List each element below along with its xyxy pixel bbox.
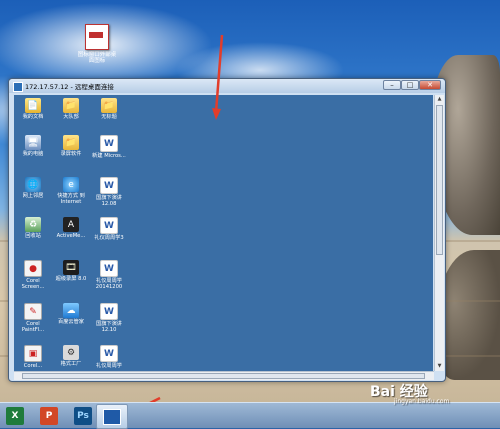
app-icon: W bbox=[100, 303, 118, 320]
window-titlebar[interactable]: 172.17.57.12 - 远程桌面连接 – □ ✕ bbox=[9, 79, 445, 93]
icon-label: Corel Screen... bbox=[21, 278, 45, 290]
app-icon: e bbox=[63, 177, 79, 192]
icon-label: 快捷方式 到 Internet bbox=[57, 193, 85, 205]
remote-desktop-icon-item[interactable]: 🌐 网上邻居 bbox=[16, 177, 50, 199]
desktop-shortcut[interactable]: 图标窗口外部桌面图标 bbox=[77, 24, 117, 64]
remote-desktop-icon-item[interactable]: W 国旗下演讲 12.08 bbox=[92, 177, 126, 207]
app-icon: W bbox=[100, 177, 118, 194]
icon-label: 礼仪周周学 bbox=[96, 363, 122, 369]
icon-label: 国旗下演讲 12.08 bbox=[96, 195, 122, 207]
app-icon: W bbox=[100, 217, 118, 234]
remote-desktop-window[interactable]: 172.17.57.12 - 远程桌面连接 – □ ✕ 📄 我的文档 📁 大队部 📁 无标… bbox=[8, 78, 446, 382]
app-icon: ● bbox=[24, 260, 42, 277]
desktop-shortcut-label: 图标窗口外部桌面图标 bbox=[77, 52, 117, 64]
app-icon: W bbox=[100, 260, 118, 277]
scroll-thumb[interactable] bbox=[22, 373, 425, 379]
app-icon: 📁 bbox=[63, 98, 79, 113]
photoshop-taskbar-button[interactable]: Ps bbox=[74, 407, 92, 425]
scroll-thumb[interactable] bbox=[436, 105, 443, 255]
maximize-button[interactable]: □ bbox=[401, 80, 419, 90]
icon-label: 我的电脑 bbox=[22, 151, 44, 157]
icon-label: 礼仪周周学 20141200 bbox=[95, 278, 123, 290]
app-icon: ♻ bbox=[25, 217, 41, 232]
remote-desktop-icon-item[interactable]: W 礼仪周周学 20141200 bbox=[92, 260, 126, 290]
powerpoint-taskbar-button[interactable]: P bbox=[40, 407, 58, 425]
icon-label: 大队部 bbox=[63, 114, 79, 120]
icon-label: 新建 Micros... bbox=[92, 153, 126, 159]
icon-label: 超级录屏 8.0 bbox=[55, 276, 87, 282]
close-button[interactable]: ✕ bbox=[419, 80, 441, 90]
remote-desktop-icon-item[interactable]: e 快捷方式 到 Internet bbox=[54, 177, 88, 205]
icon-label: 国旗下演讲 12.10 bbox=[96, 321, 122, 333]
remote-desktop-icon-item[interactable]: 📄 我的文档 bbox=[16, 98, 50, 120]
horizontal-scrollbar[interactable] bbox=[14, 371, 434, 380]
app-icon: ⚙ bbox=[63, 345, 79, 360]
app-icon: 🎞 bbox=[63, 260, 79, 275]
remote-desktop-icon-item[interactable]: 🖥 我的电脑 bbox=[16, 135, 50, 157]
remote-desktop-icon-item[interactable]: 🎞 超级录屏 8.0 bbox=[54, 260, 88, 282]
window-title: 172.17.57.12 - 远程桌面连接 bbox=[25, 83, 114, 91]
icon-label: 回收站 bbox=[25, 233, 41, 239]
remote-desktop-icon-item[interactable]: 📁 无标题 bbox=[92, 98, 126, 120]
excel-taskbar-button[interactable]: X bbox=[6, 407, 24, 425]
vertical-scrollbar[interactable]: ▲ ▼ bbox=[434, 95, 444, 371]
remote-desktop-icon-item[interactable]: ● Corel Screen... bbox=[16, 260, 50, 290]
remote-desktop-icon bbox=[103, 409, 121, 425]
icon-label: 礼仪周周学3 bbox=[94, 235, 124, 241]
remote-desktop-icon bbox=[13, 82, 23, 92]
app-icon: A bbox=[63, 217, 79, 232]
watermark-url: jingyan.baidu.com bbox=[394, 398, 450, 405]
app-icon: 📄 bbox=[25, 98, 41, 113]
remote-desktop-icon-item[interactable]: ⚙ 格式工厂 bbox=[54, 345, 88, 367]
app-icon: ▣ bbox=[24, 345, 42, 362]
minimize-button[interactable]: – bbox=[383, 80, 401, 90]
icon-label: 无标题 bbox=[101, 114, 117, 120]
app-icon: W bbox=[100, 135, 118, 152]
app-icon: ☁ bbox=[63, 303, 79, 318]
shortcut-icon bbox=[85, 24, 109, 50]
remote-desktop-icon-item[interactable]: W 礼仪周周学 bbox=[92, 345, 126, 369]
icon-label: 网上邻居 bbox=[22, 193, 44, 199]
remote-desktop-icon-item[interactable]: 📁 大队部 bbox=[54, 98, 88, 120]
remote-desktop-icon-item[interactable]: ☁ 百度云管家 bbox=[54, 303, 88, 325]
remote-desktop-icon-item[interactable]: ♻ 回收站 bbox=[16, 217, 50, 239]
remote-desktop-icon-item[interactable]: A ActiveMe... bbox=[54, 217, 88, 239]
app-icon: ✎ bbox=[24, 303, 42, 320]
scroll-down-icon[interactable]: ▼ bbox=[435, 362, 444, 371]
remote-desktop-icon-item[interactable]: ✎ Corel PaintFl... bbox=[16, 303, 50, 333]
icon-label: 百度云管家 bbox=[58, 319, 84, 325]
remote-desktop-icon-item[interactable]: ▣ Corel... bbox=[16, 345, 50, 369]
remote-desktop-taskbar-button[interactable] bbox=[96, 404, 128, 429]
remote-desktop-icon-item[interactable]: W 国旗下演讲 12.10 bbox=[92, 303, 126, 333]
icon-label: Corel PaintFl... bbox=[21, 321, 45, 333]
remote-desktop-screen[interactable]: 📄 我的文档 📁 大队部 📁 无标题 🖥 我的电脑 📁 录屏软件 W 新建 Micros... 🌐 网上邻… bbox=[14, 95, 433, 371]
remote-desktop-icon-item[interactable]: W 礼仪周周学3 bbox=[92, 217, 126, 241]
app-icon: 🌐 bbox=[25, 177, 41, 192]
app-icon: W bbox=[100, 345, 118, 362]
icon-label: ActiveMe... bbox=[56, 233, 86, 239]
app-icon: 🖥 bbox=[25, 135, 41, 150]
icon-label: 录屏软件 bbox=[60, 151, 82, 157]
icon-label: Corel... bbox=[23, 363, 43, 369]
app-icon: 📁 bbox=[63, 135, 79, 150]
icon-label: 格式工厂 bbox=[60, 361, 82, 367]
remote-desktop-icon-item[interactable]: W 新建 Micros... bbox=[92, 135, 126, 159]
scroll-up-icon[interactable]: ▲ bbox=[435, 95, 444, 104]
remote-desktop-icon-item[interactable]: 📁 录屏软件 bbox=[54, 135, 88, 157]
taskbar: X P Ps bbox=[0, 402, 500, 429]
icon-label: 我的文档 bbox=[22, 114, 44, 120]
app-icon: 📁 bbox=[101, 98, 117, 113]
